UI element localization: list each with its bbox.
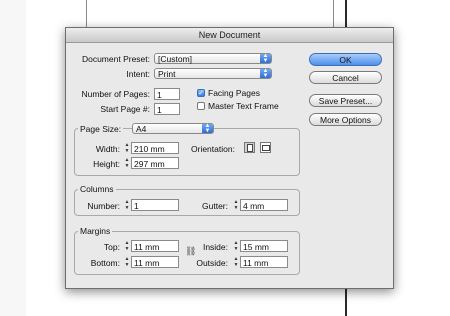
gutter-label: Gutter: (202, 201, 228, 211)
height-field[interactable]: 297 mm (131, 157, 179, 169)
top-margin-stepper[interactable]: ▲ ▼ (124, 240, 130, 252)
landscape-icon[interactable] (260, 142, 271, 153)
inside-margin-stepper[interactable]: ▲ ▼ (233, 240, 239, 252)
facing-pages-checkbox[interactable]: ✓ (197, 89, 205, 97)
number-of-pages-label: Number of Pages: (81, 89, 150, 99)
columns-number-stepper[interactable]: ▲ ▼ (124, 199, 130, 211)
start-page-field[interactable]: 1 (154, 103, 180, 115)
dialog-title: New Document (66, 28, 393, 43)
bottom-margin-field[interactable]: 11 mm (131, 256, 179, 268)
page-size-select[interactable]: A4 ▲ ▼ (132, 123, 214, 134)
height-label: Height: (93, 159, 120, 169)
bottom-margin-label: Bottom: (90, 258, 120, 268)
chevron-updown-icon: ▲ ▼ (260, 53, 271, 64)
page-size-value: A4 (136, 124, 147, 134)
outside-margin-label: Outside: (196, 258, 228, 268)
top-margin-field[interactable]: 11 mm (131, 240, 179, 252)
master-text-frame-checkbox[interactable] (197, 102, 205, 110)
width-field[interactable]: 210 mm (131, 142, 179, 154)
intent-value: Print (158, 69, 176, 79)
more-options-button[interactable]: More Options (309, 113, 382, 126)
document-preset-label: Document Preset: (81, 54, 150, 64)
chevron-updown-icon: ▲ ▼ (202, 123, 213, 134)
start-page-label: Start Page #: (100, 104, 150, 114)
facing-pages-label: Facing Pages (208, 88, 260, 98)
gutter-stepper[interactable]: ▲ ▼ (233, 199, 239, 211)
cancel-button[interactable]: Cancel (309, 71, 382, 84)
portrait-icon[interactable] (244, 142, 255, 153)
height-stepper[interactable]: ▲ ▼ (124, 157, 130, 169)
width-stepper[interactable]: ▲ ▼ (124, 142, 130, 154)
ok-button[interactable]: OK (309, 53, 382, 66)
new-document-dialog: New Document Document Preset: [Custom] ▲… (65, 27, 394, 289)
columns-label: Columns (78, 184, 116, 194)
document-preset-value: [Custom] (158, 54, 193, 64)
master-text-frame-label: Master Text Frame (208, 101, 279, 111)
orientation-label: Orientation: (191, 144, 235, 154)
outside-margin-stepper[interactable]: ▲ ▼ (233, 256, 239, 268)
outside-margin-field[interactable]: 11 mm (240, 256, 288, 268)
bottom-margin-stepper[interactable]: ▲ ▼ (124, 256, 130, 268)
columns-number-label: Number: (87, 201, 120, 211)
columns-number-field[interactable]: 1 (131, 199, 179, 211)
number-of-pages-field[interactable]: 1 (154, 88, 180, 100)
intent-label: Intent: (126, 69, 150, 79)
inside-margin-field[interactable]: 15 mm (240, 240, 288, 252)
workspace-background (0, 0, 26, 316)
margins-label: Margins (78, 226, 113, 236)
inside-margin-label: Inside: (202, 242, 228, 252)
chevron-updown-icon: ▲ ▼ (260, 68, 271, 79)
document-preset-select[interactable]: [Custom] ▲ ▼ (154, 53, 272, 64)
intent-select[interactable]: Print ▲ ▼ (154, 68, 272, 79)
save-preset-button[interactable]: Save Preset... (309, 94, 382, 107)
gutter-field[interactable]: 4 mm (240, 199, 288, 211)
width-label: Width: (95, 144, 120, 154)
top-margin-label: Top: (103, 242, 120, 252)
page-size-label: Page Size: (78, 124, 124, 134)
